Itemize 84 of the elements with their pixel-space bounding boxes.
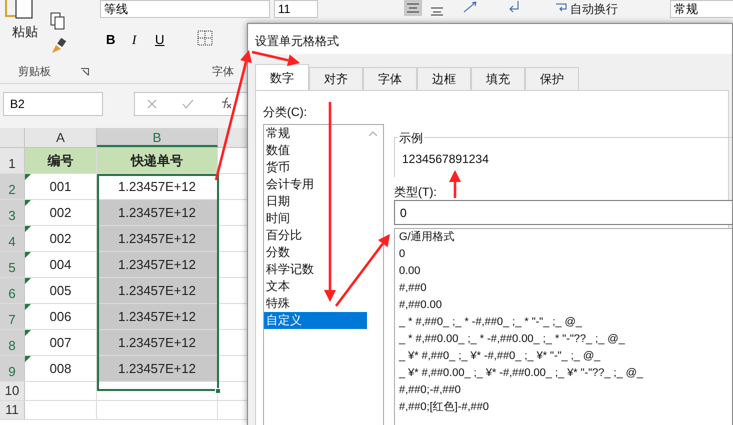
table-cell: 002 (25, 226, 97, 251)
category-item[interactable]: 特殊 (264, 295, 367, 312)
category-item[interactable]: 日期 (264, 193, 367, 210)
table-cell: 007 (25, 330, 97, 355)
font-size-field[interactable]: 11 (274, 0, 318, 18)
italic-button[interactable]: I (132, 30, 136, 50)
category-label: 分类(C): (263, 104, 307, 121)
table-cell: 1.23457E+12 (97, 304, 218, 329)
format-list[interactable] (394, 228, 732, 425)
category-item[interactable]: 货币 (264, 159, 367, 176)
format-item[interactable]: #,##0.00 (395, 297, 732, 314)
format-item[interactable]: _ * #,##0_ ;_ * -#,##0_ ;_ * "-"_ ;_ @_ (395, 314, 732, 331)
table-cell: 1.23457E+12 (97, 200, 218, 225)
group-label: 字体 (212, 64, 234, 80)
format-item[interactable]: #,##0;[红色]-#,##0 (395, 399, 732, 416)
number-format-field[interactable]: 常规 (670, 0, 733, 18)
row-header[interactable]: 10 (0, 382, 25, 400)
table-cell: 008 (25, 356, 97, 381)
row-header[interactable]: 3 (0, 200, 25, 225)
category-item[interactable]: 时间 (264, 210, 367, 227)
table-cell: 001 (25, 174, 97, 199)
format-item[interactable]: 0.00 (395, 263, 732, 280)
table-cell: 006 (25, 304, 97, 329)
wrap-text-button[interactable]: 自动换行 (570, 0, 618, 18)
row-header[interactable]: 11 (0, 401, 25, 419)
group-label: 剪贴板 (18, 64, 51, 80)
row-header[interactable]: 4 (0, 226, 25, 251)
table-cell: 1.23457E+12 (97, 252, 218, 277)
row-header[interactable]: 8 (0, 330, 25, 355)
dialog-title: 设置单元格格式 (255, 33, 339, 50)
category-list[interactable]: 常规 数值 货币 会计专用 日期 时间 百分比 分数 科学记数 文本 特殊 自定义 (263, 124, 384, 425)
font-name-field[interactable]: 等线 (100, 0, 270, 18)
table-cell: 005 (25, 278, 97, 303)
tab[interactable]: 保护 (525, 67, 579, 91)
copy-icon[interactable] (50, 12, 66, 30)
tab[interactable]: 填充 (471, 67, 525, 91)
check-icon[interactable] (182, 99, 194, 109)
table-cell: 1.23457E+12 (97, 226, 218, 251)
paste-button[interactable]: 粘贴 (12, 22, 38, 42)
tab[interactable]: 边框 (417, 67, 471, 91)
format-item[interactable]: _ ¥* #,##0_ ;_ ¥* -#,##0_ ;_ ¥* "-"_ ;_ @_ (395, 348, 732, 365)
category-item[interactable]: 数值 (264, 142, 367, 159)
type-label: 类型(T): (394, 184, 437, 201)
category-item[interactable]: 会计专用 (264, 176, 367, 193)
row-header[interactable]: 1 (0, 148, 25, 173)
table-cell: 002 (25, 200, 97, 225)
format-item[interactable]: _ ¥* #,##0.00_ ;_ ¥* -#,##0.00_ ;_ ¥* "-"??_ ;_ @_ (395, 365, 732, 382)
dialog-launcher-icon[interactable] (81, 68, 89, 76)
format-item[interactable]: #,##0;-#,##0 (395, 382, 732, 399)
name-box[interactable]: B2 (3, 92, 103, 116)
category-item[interactable]: 自定义 (264, 312, 367, 329)
table-cell: 1.23457E+12 (97, 278, 218, 303)
bold-button[interactable]: B (106, 30, 116, 50)
row-header[interactable]: 6 (0, 278, 25, 303)
category-item[interactable]: 常规 (264, 125, 367, 142)
row-header[interactable]: 5 (0, 252, 25, 277)
table-cell: 1.23457E+12 (97, 330, 218, 355)
border-icon[interactable] (197, 30, 213, 46)
tab[interactable]: 字体 (363, 67, 417, 91)
category-item[interactable]: 百分比 (264, 227, 367, 244)
table-cell: 1.23457E+12 (97, 356, 218, 381)
category-item[interactable]: 科学记数 (264, 261, 367, 278)
row-header[interactable]: 7 (0, 304, 25, 329)
column-header[interactable]: B (97, 128, 218, 147)
underline-button[interactable]: U (155, 30, 164, 50)
column-heading-cell: 快递单号 (97, 148, 218, 173)
sample-value: 1234567891234 (402, 151, 489, 168)
row-header[interactable]: 2 (0, 174, 25, 199)
column-heading-cell: 编号 (25, 148, 97, 173)
format-item[interactable]: #,##0 (395, 280, 732, 297)
category-item[interactable]: 文本 (264, 278, 367, 295)
tab[interactable]: 数字 (255, 64, 309, 91)
format-item[interactable]: _ * #,##0.00_ ;_ * -#,##0.00_ ;_ * "-"??_ ;_ @_ (395, 331, 732, 348)
table-cell: 004 (25, 252, 97, 277)
category-item[interactable]: 分数 (264, 244, 367, 261)
format-item[interactable]: 0 (395, 246, 732, 263)
type-input[interactable]: 0 (394, 200, 732, 225)
row-header[interactable]: 9 (0, 356, 25, 381)
align-center-icon[interactable] (404, 0, 422, 16)
function-icon[interactable] (220, 97, 232, 109)
tab[interactable]: 对齐 (309, 67, 363, 91)
fill-handle[interactable] (215, 388, 221, 394)
brush-icon[interactable] (50, 38, 68, 54)
format-item[interactable]: G/通用格式 (395, 229, 732, 246)
